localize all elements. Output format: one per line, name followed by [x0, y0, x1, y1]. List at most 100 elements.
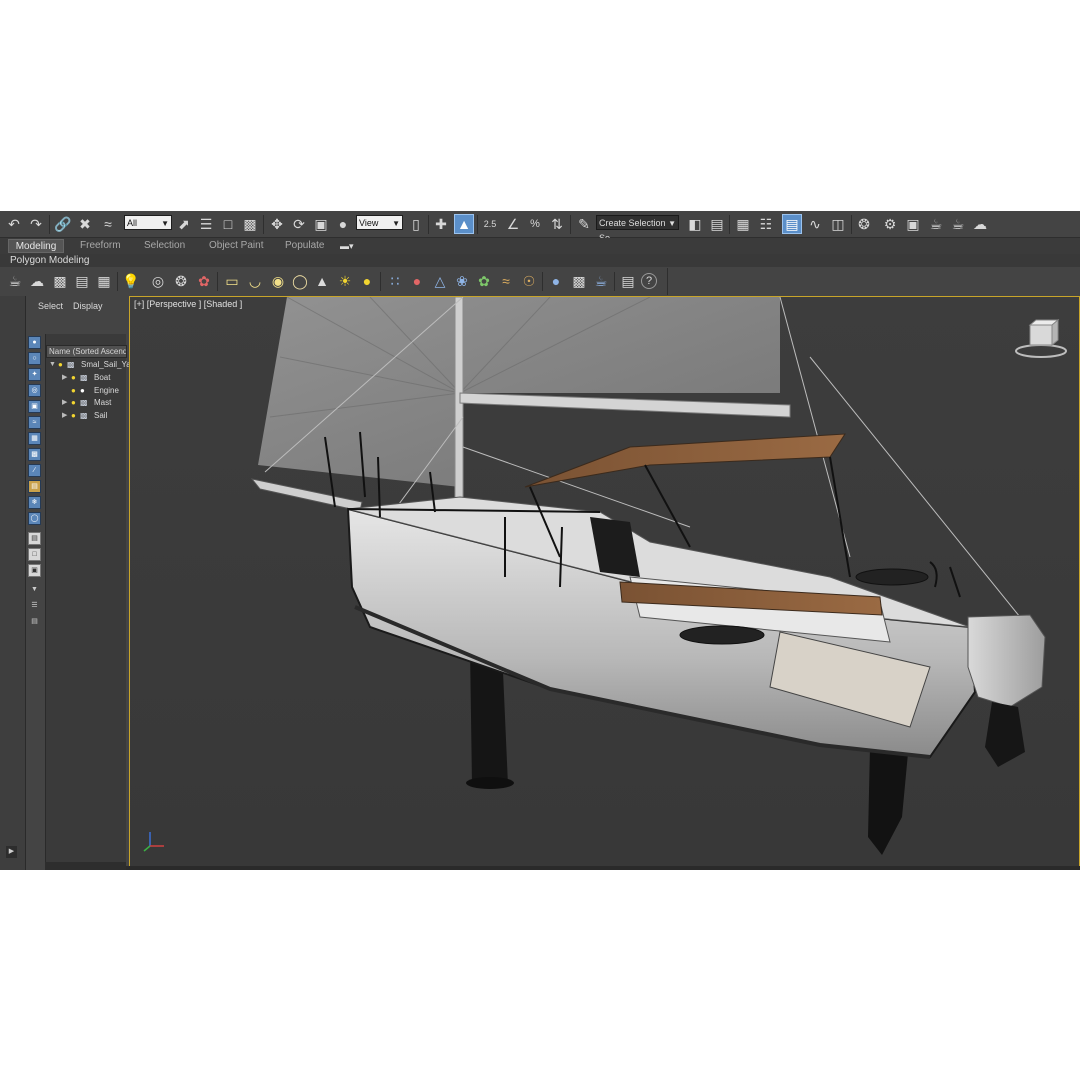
viewport-label[interactable]: [+] [Perspective ] [Shaded ]	[134, 299, 242, 309]
spinner-snap-icon[interactable]: ⇅	[547, 214, 567, 234]
list-item[interactable]: ▶ ● ▩ Sail	[46, 410, 127, 422]
tab-freeform[interactable]: Freeform	[80, 239, 121, 253]
filter-bones-icon[interactable]: ∕	[28, 464, 41, 477]
sphere-icon[interactable]: ◉	[268, 271, 288, 291]
bulb-icon[interactable]: ●	[71, 372, 76, 384]
light-icon[interactable]: 💡	[121, 271, 141, 291]
angle-snap-icon[interactable]: ∠	[503, 214, 523, 234]
layer-icon[interactable]: ▤	[28, 616, 41, 629]
tab-selection[interactable]: Selection	[144, 239, 185, 253]
perspective-viewport[interactable]: [+] [Perspective ] [Shaded ]	[129, 296, 1080, 869]
named-selection-set-dropdown[interactable]: Create Selection Se ▼	[596, 215, 679, 243]
select-object-icon[interactable]: ⬈	[174, 214, 194, 234]
align-icon[interactable]: ▤	[707, 214, 727, 234]
window-crossing-icon[interactable]: ▩	[240, 214, 260, 234]
display-none-icon[interactable]: □	[28, 548, 41, 561]
name-column-header[interactable]: Name (Sorted Ascending)	[46, 345, 127, 358]
material-ball-icon[interactable]: ●	[546, 271, 566, 291]
viewcube-icon[interactable]	[1013, 317, 1069, 361]
selection-filter-dropdown[interactable]: All ▼	[124, 215, 172, 230]
fur-icon[interactable]: ☉	[519, 271, 539, 291]
ribbon-toggle-icon[interactable]: ▤	[782, 214, 802, 234]
curve-editor-icon[interactable]: ∿	[805, 214, 825, 234]
filter-hidden-icon[interactable]: ◯	[28, 512, 41, 525]
filter-xrefs-icon[interactable]: ▩	[28, 448, 41, 461]
mirror-icon[interactable]: ◧	[685, 214, 705, 234]
expand-arrow-icon[interactable]: ▶	[62, 410, 67, 422]
torus-icon[interactable]: ◯	[290, 271, 310, 291]
schematic-view-icon[interactable]: ◫	[828, 214, 848, 234]
material-editor-icon[interactable]: ❂	[854, 214, 874, 234]
select-by-name-icon[interactable]: ☰	[196, 214, 216, 234]
expand-panel-icon[interactable]: ▶	[6, 846, 17, 858]
layer-explorer-icon[interactable]: ☷	[756, 214, 776, 234]
select-manipulate-icon[interactable]: ✚	[431, 214, 451, 234]
bulb-icon[interactable]: ●	[71, 385, 76, 397]
filter-shapes-icon[interactable]: ○	[28, 352, 41, 365]
scene-explorer-icon[interactable]: ▦	[733, 214, 753, 234]
use-pivot-icon[interactable]: ▯	[406, 214, 426, 234]
rectangular-selection-icon[interactable]: □	[218, 214, 238, 234]
hair-icon[interactable]: ≈	[496, 271, 516, 291]
place-icon[interactable]: ●	[333, 214, 353, 234]
explorer-menu-display[interactable]: Display	[73, 301, 103, 311]
render-to-texture-icon[interactable]: ▩	[569, 271, 589, 291]
list-item[interactable]: ▼ ● ▩ Smal_Sail_Yacht	[46, 359, 141, 371]
particles-icon[interactable]: ∷	[385, 271, 405, 291]
display-icon[interactable]: ▤	[72, 271, 92, 291]
expand-arrow-icon[interactable]: ▶	[62, 372, 67, 384]
tab-object-paint[interactable]: Object Paint	[209, 239, 263, 253]
keyboard-shortcut-override-icon[interactable]: ▲	[454, 214, 474, 234]
bulb-icon[interactable]: ●	[71, 410, 76, 422]
render-production-icon[interactable]: ☕	[926, 214, 946, 234]
bind-space-warp-icon[interactable]: ≈	[98, 214, 118, 234]
undo-icon[interactable]: ↶	[4, 214, 24, 234]
texture-icon[interactable]: ▩	[50, 271, 70, 291]
sun-icon[interactable]: ☀	[335, 271, 355, 291]
filter-settings-icon[interactable]: ☰	[28, 600, 41, 613]
expand-arrow-icon[interactable]: ▶	[62, 397, 67, 409]
help-icon[interactable]: ?	[641, 273, 657, 289]
filter-containers-icon[interactable]: ▤	[28, 480, 41, 493]
filter-spacewarps-icon[interactable]: ≈	[28, 416, 41, 429]
filter-frozen-icon[interactable]: ❄	[28, 496, 41, 509]
dynamics-icon[interactable]: ●	[407, 271, 427, 291]
filter-lights-icon[interactable]: ✦	[28, 368, 41, 381]
display-invert-icon[interactable]: ▣	[28, 564, 41, 577]
hemisphere-icon[interactable]: ◡	[245, 271, 265, 291]
ribbon-options-icon[interactable]: ▬▾	[340, 239, 354, 253]
rotate-icon[interactable]: ⟳	[289, 214, 309, 234]
redo-icon[interactable]: ↷	[26, 214, 46, 234]
move-icon[interactable]: ✥	[267, 214, 287, 234]
edit-named-selection-icon[interactable]: ✎	[574, 214, 594, 234]
filter-funnel-icon[interactable]: ▼	[28, 584, 41, 597]
cone-icon[interactable]: ▲	[312, 271, 332, 291]
rendered-frame-window-icon[interactable]: ▣	[903, 214, 923, 234]
percent-snap-icon[interactable]: %	[525, 214, 545, 234]
foliage-icon[interactable]: ✿	[474, 271, 494, 291]
render-icon[interactable]: ☕	[591, 271, 611, 291]
render-iterative-icon[interactable]: ☕	[948, 214, 968, 234]
tab-populate[interactable]: Populate	[285, 239, 324, 253]
utilities-icon[interactable]: ▦	[94, 271, 114, 291]
list-item[interactable]: ● ● Engine	[46, 385, 127, 397]
cloud-icon[interactable]: ☁	[27, 271, 47, 291]
bulb-icon[interactable]: ●	[71, 397, 76, 409]
list-item[interactable]: ▶ ● ▩ Boat	[46, 372, 127, 384]
display-all-icon[interactable]: ▤	[28, 532, 41, 545]
teapot-icon[interactable]: ☕	[5, 271, 25, 291]
list-item[interactable]: ▶ ● ▩ Mast	[46, 397, 127, 409]
filter-geometry-icon[interactable]: ●	[28, 336, 41, 349]
filter-helpers-icon[interactable]: ▣	[28, 400, 41, 413]
panel-polygon-modeling[interactable]: Polygon Modeling	[10, 254, 90, 267]
time-slider-track[interactable]	[126, 866, 1080, 870]
render-setup-icon[interactable]: ⚙	[880, 214, 900, 234]
explorer-menu-select[interactable]: Select	[38, 301, 63, 311]
box-icon[interactable]: ▭	[222, 271, 242, 291]
link-icon[interactable]: 🔗	[53, 214, 73, 234]
filter-groups-icon[interactable]: ▦	[28, 432, 41, 445]
scale-icon[interactable]: ▣	[311, 214, 331, 234]
bulb-icon[interactable]: ●	[58, 359, 63, 371]
cloth-icon[interactable]: △	[430, 271, 450, 291]
disc-icon[interactable]: ●	[357, 271, 377, 291]
